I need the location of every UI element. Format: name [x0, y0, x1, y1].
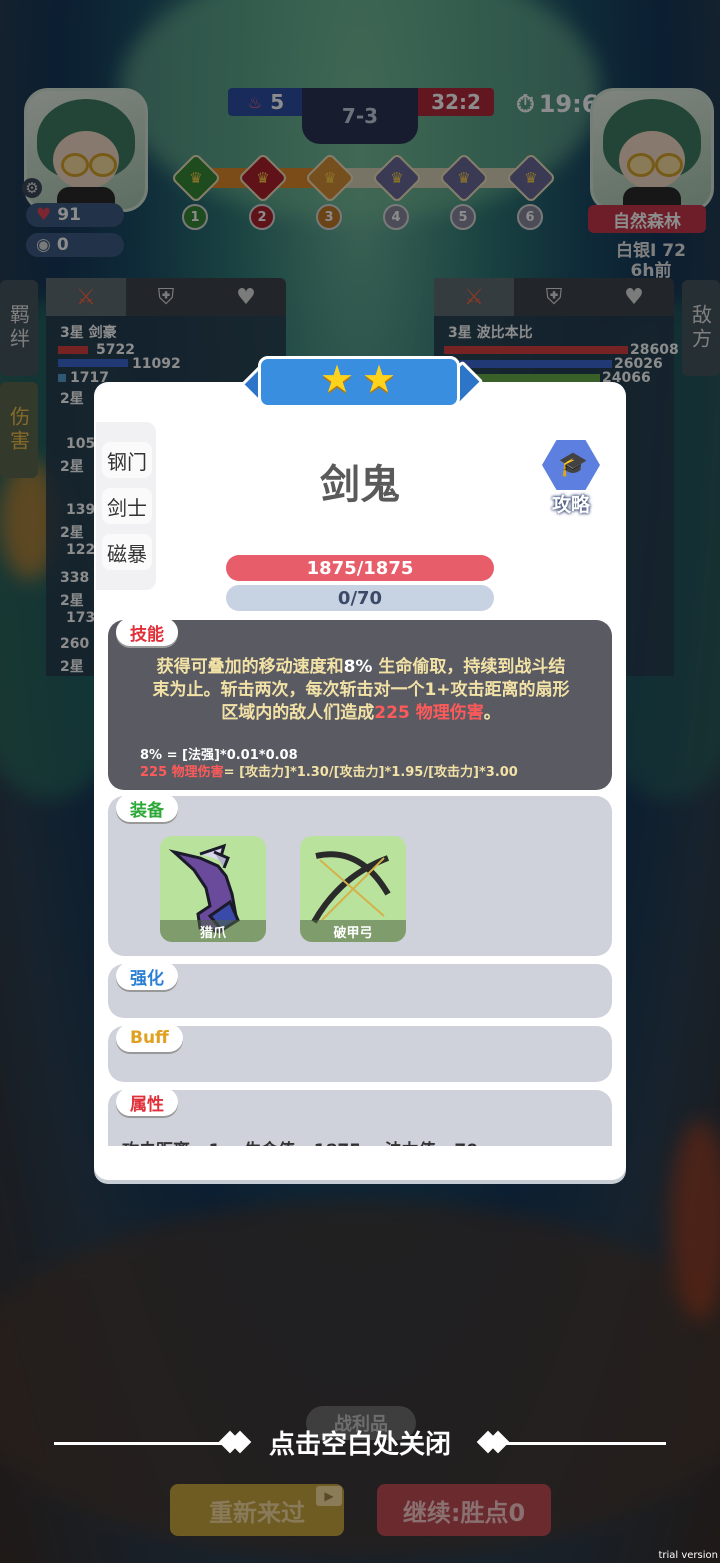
equip-slot-bow[interactable]: 破甲弓: [300, 836, 406, 942]
buff-section: Buff: [108, 1024, 612, 1082]
equipment-section: 装备 猎爪 破甲弓: [108, 794, 612, 956]
hero-hp-bar: 1875/1875: [226, 555, 494, 581]
retry-button[interactable]: 重新来过 ▶: [170, 1484, 344, 1536]
enhance-section: 强化: [108, 962, 612, 1018]
hero-name: 剑鬼: [320, 462, 400, 508]
skill-text-1a: 获得可叠加的移动速度和: [156, 657, 344, 677]
trait-list: 钢门 剑士 磁暴: [96, 422, 156, 590]
guide-button[interactable]: 🎓 攻略: [536, 440, 606, 516]
trait-magnetic-storm[interactable]: 磁暴: [102, 534, 152, 570]
star-icon: ★: [362, 357, 397, 401]
skill-description: 获得可叠加的移动速度和8% 生命偷取，持续到战斗结 束为止。斩击两次，每次斩击对…: [138, 656, 584, 725]
equip-name-claw: 猎爪: [160, 920, 266, 942]
equip-slot-claw[interactable]: 猎爪: [160, 836, 266, 942]
star-rank-banner: ★ ★: [240, 354, 484, 410]
skill-text-2: 束为止。斩击两次，每次斩击对一个1+攻击距离的扇形: [152, 680, 570, 700]
skill-text-1b: 8%: [343, 657, 373, 677]
formula-scaling: = [攻击力]*1.30/[攻击力]*1.95/[攻击力]*3.00: [223, 765, 518, 780]
equipment-tag: 装备: [116, 794, 178, 822]
retry-label: 重新来过: [209, 1498, 305, 1527]
graduation-cap-icon: 🎓: [558, 450, 588, 478]
skill-text-3b: 225 物理伤害: [374, 703, 484, 723]
skill-formula-2: 225 物理伤害= [攻击力]*1.30/[攻击力]*1.95/[攻击力]*3.…: [140, 761, 518, 780]
enhance-tag: 强化: [116, 962, 178, 990]
video-ad-icon: ▶: [316, 1486, 342, 1506]
skill-tag: 技能: [116, 618, 178, 646]
guide-label: 攻略: [551, 494, 590, 516]
skill-section: 技能 获得可叠加的移动速度和8% 生命偷取，持续到战斗结 束为止。斩击两次，每次…: [108, 618, 612, 790]
attributes-partial-row: 攻击距离: 1 生命值: 1875 法力值: 70: [122, 1136, 478, 1146]
skill-text-3a: 区域内的敌人们造成: [221, 703, 375, 723]
trait-swordsman[interactable]: 剑士: [102, 488, 152, 524]
formula-damage: 225 物理伤害: [140, 765, 224, 780]
star-icon: ★: [320, 357, 355, 401]
skill-text-3c: 。: [483, 703, 501, 723]
divider-right: [496, 1442, 666, 1445]
buff-tag: Buff: [116, 1024, 183, 1052]
attributes-tag: 属性: [116, 1090, 178, 1116]
hero-mana-bar: 0/70: [226, 585, 494, 611]
continue-button[interactable]: 继续:胜点0: [377, 1484, 551, 1536]
attributes-section: 属性 攻击距离: 1 生命值: 1875 法力值: 70: [108, 1090, 612, 1146]
skill-text-1c: 生命偷取，持续到战斗结: [372, 657, 566, 677]
trial-version-label: trial version: [658, 1550, 718, 1561]
trait-steelgate[interactable]: 钢门: [102, 442, 152, 478]
equip-name-bow: 破甲弓: [300, 920, 406, 942]
